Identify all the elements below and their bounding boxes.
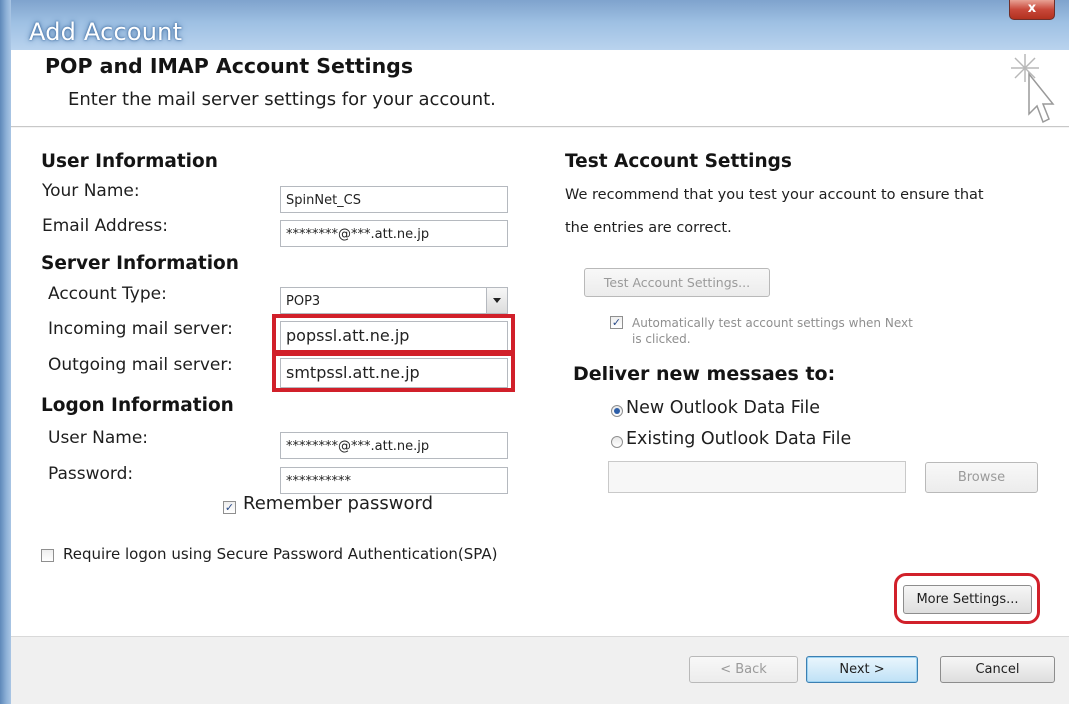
password-input[interactable]: **********	[280, 467, 508, 494]
header-separator	[11, 126, 1069, 128]
radio-existing-outlook-data-file[interactable]	[611, 436, 623, 448]
browse-button[interactable]: Browse	[925, 462, 1038, 493]
dialog-content: POP and IMAP Account Settings Enter the …	[11, 50, 1069, 704]
dialog-header: POP and IMAP Account Settings Enter the …	[11, 50, 1069, 126]
section-user-information: User Information	[41, 151, 218, 172]
incoming-mail-server-label: Incoming mail server:	[48, 319, 233, 339]
wizard-cursor-icon	[1011, 54, 1055, 124]
user-name-label: User Name:	[48, 428, 149, 448]
auto-test-label-line2: is clicked.	[632, 332, 691, 346]
test-description-line2: the entries are correct.	[565, 220, 732, 236]
account-type-value: POP3	[286, 294, 321, 309]
account-type-select[interactable]: POP3	[280, 287, 508, 314]
spa-checkbox[interactable]	[41, 549, 54, 562]
section-logon-information: Logon Information	[41, 395, 234, 416]
chevron-down-icon[interactable]	[486, 288, 507, 313]
auto-test-label-line1: Automatically test account settings when…	[632, 316, 913, 330]
email-address-label: Email Address:	[42, 216, 168, 236]
test-account-settings-button[interactable]: Test Account Settings...	[584, 268, 770, 297]
remember-password-checkbox[interactable]: ✓	[223, 501, 236, 514]
your-name-input[interactable]: SpinNet_CS	[280, 186, 508, 213]
page-subtitle: Enter the mail server settings for your …	[68, 89, 496, 110]
auto-test-checkbox[interactable]: ✓	[610, 316, 623, 329]
window-title: Add Account	[29, 18, 183, 46]
dialog-footer: < Back Next > Cancel	[11, 637, 1069, 704]
dialog-body: User Information Your Name: SpinNet_CS E…	[11, 129, 1069, 634]
new-outlook-data-file-label: New Outlook Data File	[626, 398, 821, 418]
existing-outlook-data-file-label: Existing Outlook Data File	[626, 429, 852, 449]
user-name-input[interactable]: ********@***.att.ne.jp	[280, 432, 508, 459]
section-test-account-settings: Test Account Settings	[565, 151, 792, 172]
close-button[interactable]: x	[1009, 0, 1055, 20]
close-icon: x	[1027, 1, 1037, 16]
password-label: Password:	[48, 464, 134, 484]
title-bar[interactable]: Add Account x	[11, 0, 1069, 50]
account-type-label: Account Type:	[48, 284, 167, 304]
cancel-button[interactable]: Cancel	[940, 656, 1055, 683]
radio-new-outlook-data-file[interactable]	[611, 405, 623, 417]
outgoing-server-highlight	[272, 350, 515, 392]
existing-data-file-path-input[interactable]	[608, 461, 906, 493]
remember-password-label: Remember password	[243, 493, 433, 514]
section-deliver-new-messages: Deliver new messaes to:	[573, 363, 836, 385]
page-title: POP and IMAP Account Settings	[45, 54, 414, 78]
section-server-information: Server Information	[41, 253, 239, 274]
your-name-label: Your Name:	[42, 181, 140, 201]
next-button[interactable]: Next >	[806, 656, 918, 683]
back-button[interactable]: < Back	[689, 656, 798, 683]
email-address-input[interactable]: ********@***.att.ne.jp	[280, 220, 508, 247]
test-description-line1: We recommend that you test your account …	[565, 187, 984, 203]
outgoing-mail-server-label: Outgoing mail server:	[48, 355, 233, 375]
spa-label: Require logon using Secure Password Auth…	[63, 545, 498, 563]
window-frame-left	[0, 0, 11, 704]
more-settings-highlight	[894, 573, 1040, 624]
